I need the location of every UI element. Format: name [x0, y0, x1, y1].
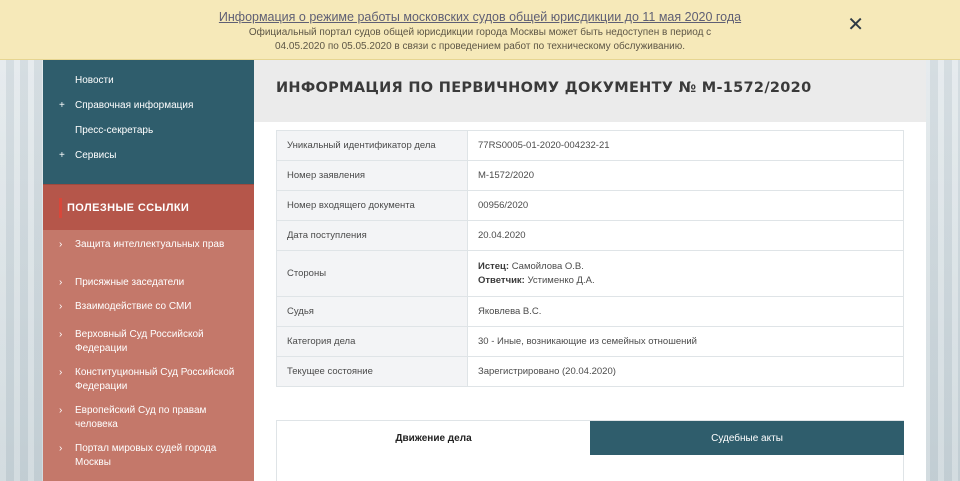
useful-links-list: › Защита интеллектуальных прав › Присяжн… — [43, 230, 254, 481]
link-magistrates-portal[interactable]: › Портал мировых судей города Москвы — [43, 442, 254, 478]
chevron-right-icon: › — [59, 239, 63, 250]
row-label: Текущее состояние — [276, 356, 468, 387]
link-label: Верховный Суд Российской Федерации — [75, 329, 204, 354]
sidebar: Новости + Справочная информация Пресс-се… — [43, 60, 254, 481]
table-row: Уникальный идентификатор дела 77RS0005-0… — [276, 130, 904, 161]
link-label: Конституционный Суд Российской Федерации — [75, 367, 235, 392]
chevron-right-icon: › — [59, 367, 63, 378]
table-row: Текущее состояние Зарегистрировано (20.0… — [276, 356, 904, 387]
chevron-right-icon: › — [59, 301, 63, 312]
plaintiff-role: Истец: — [478, 261, 510, 272]
row-label: Стороны — [276, 250, 468, 297]
table-row: Номер входящего документа 00956/2020 — [276, 190, 904, 221]
plaintiff-name: Самойлова О.В. — [511, 261, 584, 272]
sidebar-item-reference-info[interactable]: + Справочная информация — [43, 98, 254, 123]
defendant-name: Устименко Д.А. — [527, 275, 595, 286]
document-info-table: Уникальный идентификатор дела 77RS0005-0… — [276, 130, 904, 387]
sidebar-item-press-secretary[interactable]: Пресс-секретарь — [43, 123, 254, 148]
link-supreme-court[interactable]: › Верховный Суд Российской Федерации — [43, 328, 254, 366]
sidebar-item-label: Новости — [75, 75, 114, 86]
plus-icon: + — [59, 100, 65, 111]
main-content: ИНФОРМАЦИЯ ПО ПЕРВИЧНОМУ ДОКУМЕНТУ № М-1… — [254, 60, 926, 481]
chevron-right-icon: › — [59, 329, 63, 340]
table-row: Дата поступления 20.04.2020 — [276, 220, 904, 251]
close-icon[interactable]: ✕ — [847, 12, 864, 36]
tab-court-acts[interactable]: Судебные акты — [590, 421, 904, 456]
sidebar-item-label: Сервисы — [75, 150, 117, 161]
sidebar-item-label: Пресс-секретарь — [75, 125, 154, 136]
row-label: Судья — [276, 296, 468, 327]
row-label: Уникальный идентификатор дела — [276, 130, 468, 161]
notice-title-link[interactable]: Информация о режиме работы московских су… — [0, 10, 960, 24]
table-row: Судья Яковлева В.С. — [276, 296, 904, 327]
row-value: 30 - Иные, возникающие из семейных отнош… — [467, 326, 904, 357]
defendant-line: Ответчик: Устименко Д.А. — [478, 275, 893, 286]
notice-banner: Информация о режиме работы московских су… — [0, 0, 960, 60]
useful-links-header: ПОЛЕЗНЫЕ ССЫЛКИ — [43, 184, 254, 230]
row-value: Зарегистрировано (20.04.2020) — [467, 356, 904, 387]
row-label: Категория дела — [276, 326, 468, 357]
row-value: 20.04.2020 — [467, 220, 904, 251]
link-label: Взаимодействие со СМИ — [75, 301, 192, 312]
row-label: Дата поступления — [276, 220, 468, 251]
table-row: Категория дела 30 - Иные, возникающие из… — [276, 326, 904, 357]
row-value: 00956/2020 — [467, 190, 904, 221]
row-value: М-1572/2020 — [467, 160, 904, 191]
link-jurors[interactable]: › Присяжные заседатели — [43, 276, 254, 300]
sidebar-item-label: Справочная информация — [75, 100, 194, 111]
link-echr[interactable]: › Европейский Суд по правам человека — [43, 404, 254, 442]
plus-icon: + — [59, 150, 65, 161]
tab-case-movement[interactable]: Движение дела — [277, 421, 590, 456]
row-value: 77RS0005-01-2020-004232-21 — [467, 130, 904, 161]
chevron-right-icon: › — [59, 443, 63, 454]
link-label: Европейский Суд по правам человека — [75, 405, 207, 430]
link-intellectual-property[interactable]: › Защита интеллектуальных прав — [43, 238, 254, 276]
notice-text-line-2: 04.05.2020 по 05.05.2020 в связи с прове… — [275, 41, 685, 52]
notice-text-line-1: Официальный портал судов общей юрисдикци… — [248, 27, 712, 38]
sidebar-nav: Новости + Справочная информация Пресс-се… — [43, 60, 254, 184]
row-label: Номер заявления — [276, 160, 468, 191]
sidebar-item-services[interactable]: + Сервисы — [43, 148, 254, 173]
row-value-parties: Истец: Самойлова О.В. Ответчик: Устименк… — [467, 250, 904, 297]
table-row: Номер заявления М-1572/2020 — [276, 160, 904, 191]
case-tabs: Движение дела Судебные акты — [276, 420, 904, 456]
sidebar-item-news[interactable]: Новости — [43, 73, 254, 98]
tab-content-panel — [276, 455, 904, 481]
plaintiff-line: Истец: Самойлова О.В. — [478, 261, 893, 272]
link-label: Портал мировых судей города Москвы — [75, 443, 217, 468]
link-label: Защита интеллектуальных прав — [75, 239, 225, 250]
document-header: ИНФОРМАЦИЯ ПО ПЕРВИЧНОМУ ДОКУМЕНТУ № М-1… — [254, 60, 926, 122]
link-label: Присяжные заседатели — [75, 277, 185, 288]
table-row-parties: Стороны Истец: Самойлова О.В. Ответчик: … — [276, 250, 904, 297]
link-media-relations[interactable]: › Взаимодействие со СМИ — [43, 300, 254, 328]
defendant-role: Ответчик: — [478, 275, 525, 286]
chevron-right-icon: › — [59, 405, 63, 416]
row-value: Яковлева В.С. — [467, 296, 904, 327]
page-title: ИНФОРМАЦИЯ ПО ПЕРВИЧНОМУ ДОКУМЕНТУ № М-1… — [276, 80, 812, 96]
row-label: Номер входящего документа — [276, 190, 468, 221]
link-constitutional-court[interactable]: › Конституционный Суд Российской Федерац… — [43, 366, 254, 404]
chevron-right-icon: › — [59, 277, 63, 288]
